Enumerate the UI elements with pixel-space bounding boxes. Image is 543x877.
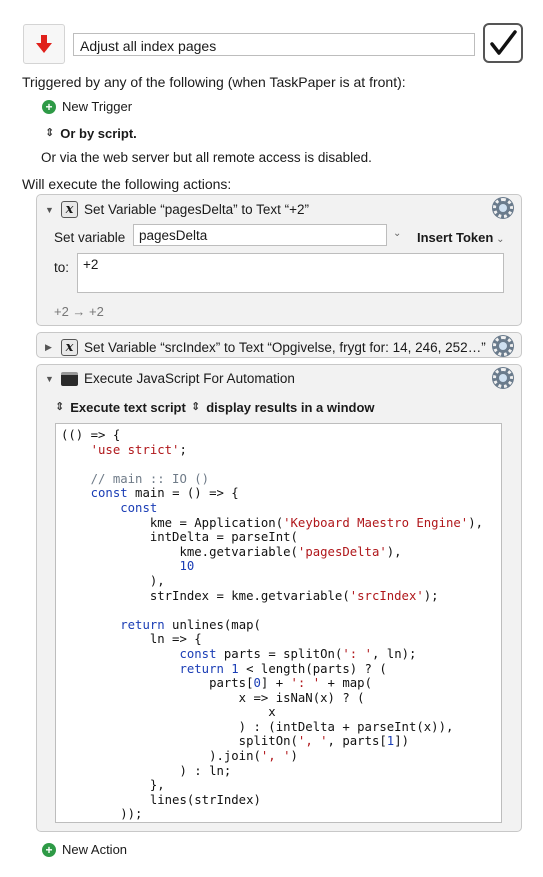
to-value-field[interactable]: +2 [77, 253, 504, 293]
by-script-label: Or by script. [60, 126, 137, 141]
new-trigger-label: New Trigger [62, 99, 133, 114]
action-title-row: ▼ x Set Variable “pagesDelta” to Text “+… [45, 201, 309, 218]
terminal-icon [61, 371, 78, 386]
action-execute-jxa[interactable]: ▼ Execute JavaScript For Automation ⇕ Ex… [36, 364, 522, 832]
variable-x-icon: x [61, 201, 78, 218]
enable-checkbox[interactable] [483, 23, 523, 63]
triggers-heading: Triggered by any of the following (when … [22, 74, 406, 90]
checkmark-icon [490, 30, 517, 55]
output-mode-label: display results in a window [206, 400, 375, 415]
updown-chevron-icon: ⇕ [55, 401, 65, 413]
macro-icon[interactable] [23, 24, 65, 64]
insert-token-label: Insert Token [417, 230, 494, 245]
chevron-down-icon: ⌄ [493, 234, 505, 245]
add-icon: + [42, 99, 56, 114]
insert-token-button[interactable]: Insert Token ⌄ [417, 230, 505, 245]
updown-chevron-icon: ⇕ [45, 127, 55, 139]
red-down-arrow-icon [36, 35, 52, 53]
preview-text: +2 → +2 [54, 304, 104, 319]
chevron-down-icon[interactable]: ⌄ [393, 228, 401, 239]
action-title-row: ▼ Execute JavaScript For Automation [45, 371, 295, 386]
action-title: Execute JavaScript For Automation [84, 371, 295, 386]
new-trigger-button[interactable]: + New Trigger [42, 99, 132, 114]
gear-icon[interactable] [493, 336, 513, 356]
web-server-text: Or via the web server but all remote acc… [41, 150, 372, 165]
by-script-button[interactable]: ⇕ Or by script. [45, 126, 137, 141]
set-variable-label: Set variable [54, 230, 126, 245]
gear-icon[interactable] [493, 198, 513, 218]
script-editor[interactable]: (() => { 'use strict'; // main :: IO () … [55, 423, 502, 823]
action-title: Set Variable “pagesDelta” to Text “+2” [84, 202, 309, 217]
variable-x-icon: x [61, 339, 78, 356]
macro-name-field[interactable]: Adjust all index pages [73, 33, 475, 56]
add-icon: + [42, 842, 56, 857]
disclosure-open-icon[interactable]: ▼ [45, 205, 55, 215]
disclosure-closed-icon[interactable]: ▶ [45, 342, 55, 353]
action-set-variable-pagesdelta[interactable]: ▼ x Set Variable “pagesDelta” to Text “+… [36, 194, 522, 326]
execute-mode-popup[interactable]: ⇕ Execute text script [55, 400, 186, 415]
action-title-row: ▶ x Set Variable “srcIndex” to Text “Opg… [45, 339, 486, 356]
execute-mode-label: Execute text script [70, 400, 186, 415]
variable-name-field[interactable]: pagesDelta [133, 224, 387, 246]
gear-icon[interactable] [493, 368, 513, 388]
output-mode-popup[interactable]: ⇕ display results in a window [191, 400, 375, 415]
updown-chevron-icon: ⇕ [191, 401, 201, 413]
new-action-label: New Action [62, 842, 128, 857]
action-title: Set Variable “srcIndex” to Text “Opgivel… [84, 340, 486, 355]
action-set-variable-srcindex[interactable]: ▶ x Set Variable “srcIndex” to Text “Opg… [36, 332, 522, 358]
actions-heading: Will execute the following actions: [22, 176, 232, 192]
to-label: to: [54, 260, 70, 275]
disclosure-open-icon[interactable]: ▼ [45, 374, 55, 384]
new-action-button[interactable]: + New Action [42, 842, 127, 857]
